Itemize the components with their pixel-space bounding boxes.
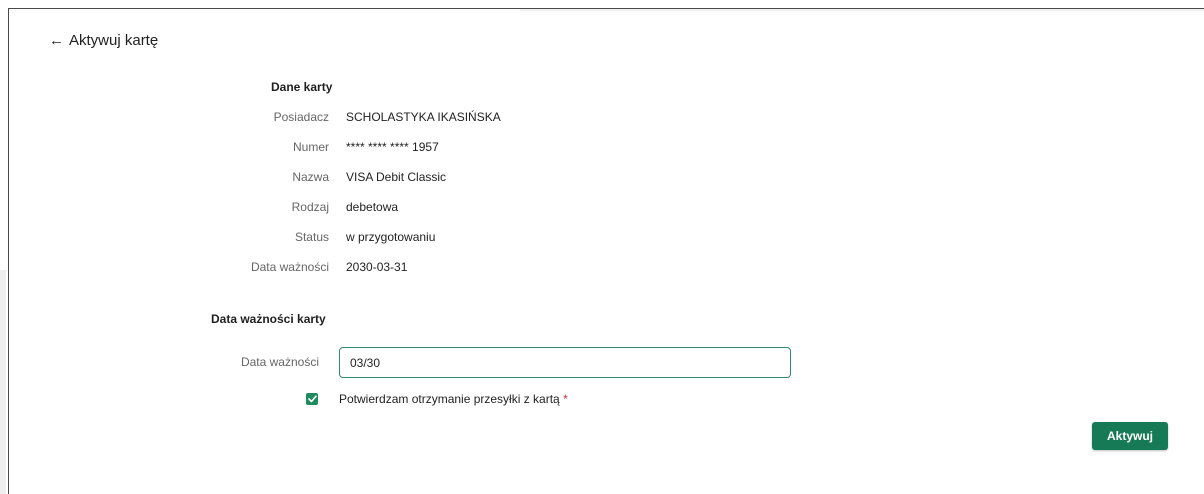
left-edge-strip — [0, 270, 6, 494]
checkmark-icon — [307, 395, 317, 403]
confirm-checkbox[interactable] — [306, 393, 318, 405]
detail-row-status: Status w przygotowaniu — [0, 230, 700, 246]
page-frame — [8, 8, 1204, 494]
detail-row-type: Rodzaj debetowa — [0, 200, 700, 216]
expiry-date-input[interactable] — [339, 347, 791, 378]
detail-value: **** **** **** 1957 — [346, 140, 439, 154]
detail-value: VISA Debit Classic — [346, 170, 447, 184]
back-arrow-icon[interactable]: ← — [49, 32, 64, 49]
confirm-text: Potwierdzam otrzymanie przesyłki z kartą — [339, 392, 560, 406]
activate-button[interactable]: Aktywuj — [1092, 422, 1168, 450]
detail-row-holder: Posiadacz SCHOLASTYKA IKASIŃSKA — [0, 110, 700, 126]
expiry-section-title: Data ważności karty — [211, 312, 326, 326]
detail-label: Nazwa — [292, 170, 329, 184]
page-title: Aktywuj kartę — [69, 32, 159, 49]
expiry-field-label: Data ważności — [240, 355, 319, 369]
detail-row-number: Numer **** **** **** 1957 — [0, 140, 700, 156]
detail-value: w przygotowaniu — [346, 230, 436, 244]
required-marker: * — [563, 392, 568, 406]
detail-label: Data ważności — [250, 260, 329, 274]
detail-label: Status — [294, 230, 329, 244]
confirm-checkbox-label[interactable]: Potwierdzam otrzymanie przesyłki z kartą… — [339, 392, 568, 406]
top-shadow — [520, 9, 1204, 13]
detail-value: SCHOLASTYKA IKASIŃSKA — [346, 110, 501, 124]
detail-label: Posiadacz — [273, 110, 329, 124]
detail-value: debetowa — [346, 200, 399, 214]
detail-value: 2030-03-31 — [346, 260, 408, 274]
card-details-title: Dane karty — [271, 80, 333, 94]
detail-label: Numer — [292, 140, 329, 154]
detail-row-name: Nazwa VISA Debit Classic — [0, 170, 700, 186]
back-link[interactable]: ← Aktywuj kartę — [49, 32, 158, 49]
detail-label: Rodzaj — [291, 200, 329, 214]
detail-row-expiry: Data ważności 2030-03-31 — [0, 260, 700, 276]
